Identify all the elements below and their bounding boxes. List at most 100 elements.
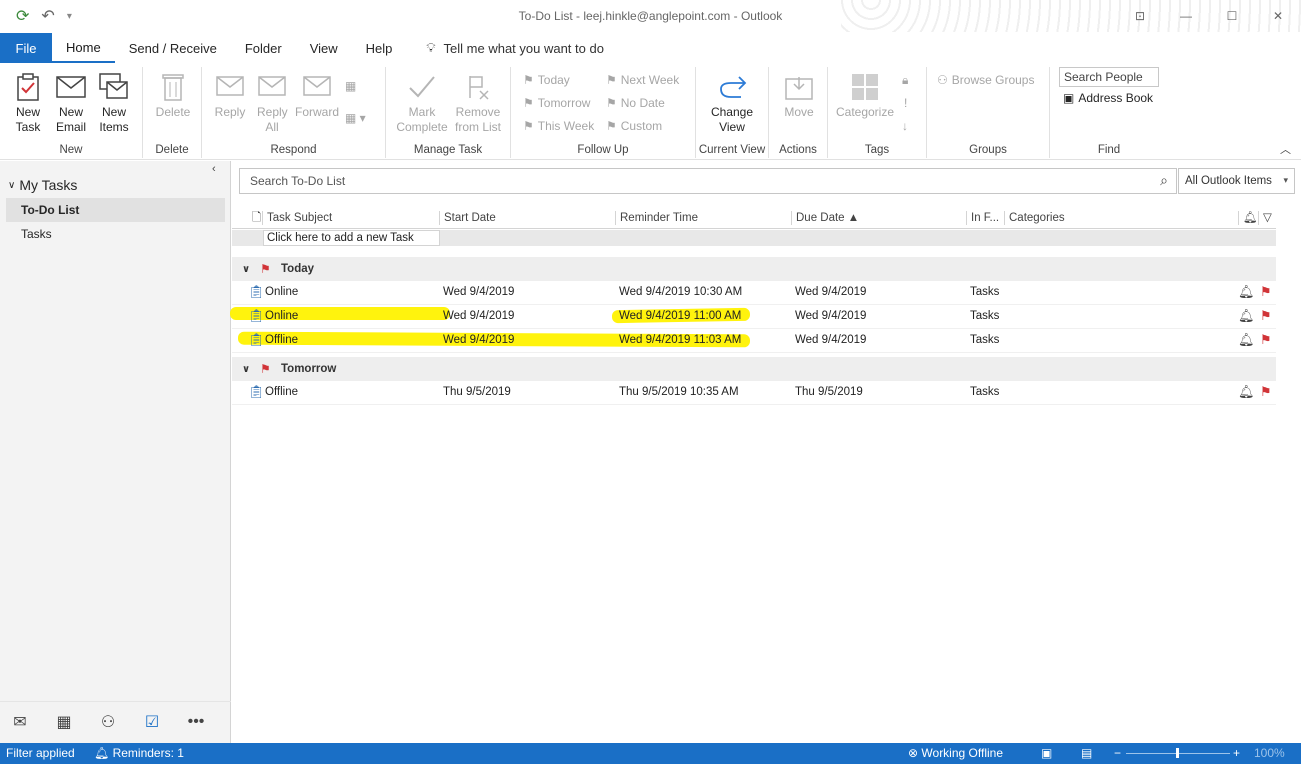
delete-button[interactable]: Delete — [151, 69, 195, 120]
people-icon[interactable]: ⚇ — [98, 712, 118, 732]
new-email-button[interactable]: New Email — [51, 69, 91, 135]
offline-status[interactable]: ⊗ Working Offline — [908, 746, 1003, 760]
categorize-button[interactable]: Categorize — [832, 69, 898, 120]
table-row[interactable]: 📋︎ Online Wed 9/4/2019 Wed 9/4/2019 11:0… — [232, 305, 1276, 329]
flag-icon[interactable]: ⚑ — [1260, 384, 1272, 400]
flag-icon[interactable]: ⚑ — [1260, 308, 1272, 324]
mail-icon[interactable]: ✉ — [10, 712, 30, 732]
people-icon: ⚇ — [937, 73, 948, 87]
column-header-start-date[interactable]: Start Date — [439, 211, 496, 225]
maximize-icon[interactable]: ☐ — [1209, 0, 1255, 32]
group-header-tomorrow[interactable]: ∨ ⚑ Tomorrow — [232, 357, 1276, 381]
normal-view-icon[interactable]: ▣ — [1041, 746, 1052, 760]
ribbon-group-label: Respond — [270, 144, 317, 156]
search-to-do-input[interactable]: Search To-Do List ⌕ — [239, 168, 1177, 194]
private-button[interactable]: 🔒︎ — [902, 73, 908, 88]
folder-pane: ‹ ∨ My Tasks To-Do List Tasks ✉ ▦ ⚇ ☑ ••… — [0, 161, 231, 743]
change-view-button[interactable]: Change View — [706, 69, 758, 135]
follow-up-custom[interactable]: ⚑ Custom — [606, 119, 662, 133]
sort-ascending-icon: ▲ — [847, 212, 860, 224]
reading-view-icon[interactable]: ▤ — [1081, 746, 1092, 760]
search-scope-dropdown[interactable]: All Outlook Items ▾ — [1178, 168, 1295, 194]
tell-me-box[interactable]: 💡︎ Tell me what you want to do — [412, 33, 618, 63]
column-header-flag[interactable]: ▽ — [1258, 211, 1272, 225]
icon-column-header[interactable]: 🗋︎ — [248, 211, 261, 225]
tab-folder[interactable]: Folder — [231, 33, 296, 63]
column-header-task-subject[interactable]: Task Subject — [262, 211, 332, 225]
follow-up-tomorrow[interactable]: ⚑ Tomorrow — [523, 96, 590, 110]
column-header-in-folder[interactable]: In F... — [966, 211, 999, 225]
minimize-icon[interactable]: — — [1163, 0, 1209, 32]
more-apps-icon[interactable]: ••• — [186, 713, 206, 731]
task-folder: Tasks — [970, 334, 1000, 346]
reply-all-button[interactable]: Reply All — [254, 69, 290, 135]
tab-view[interactable]: View — [296, 33, 352, 63]
table-row[interactable]: 📋︎ Offline Thu 9/5/2019 Thu 9/5/2019 10:… — [232, 381, 1276, 405]
nav-item-to-do-list[interactable]: To-Do List — [6, 198, 225, 222]
meeting-icon: ▦ — [345, 79, 357, 93]
my-tasks-header[interactable]: ∨ My Tasks — [8, 177, 77, 193]
ribbon-group-delete: Delete Delete — [143, 67, 202, 158]
bell-icon[interactable]: 🔔︎ — [1238, 384, 1255, 400]
flag-icon[interactable]: ⚑ — [1260, 284, 1272, 300]
search-people-input[interactable]: Search People — [1059, 67, 1159, 87]
tab-file[interactable]: File — [0, 33, 52, 63]
bell-icon[interactable]: 🔔︎ — [1238, 332, 1255, 348]
zoom-level[interactable]: 100% — [1254, 746, 1285, 760]
follow-up-no-date[interactable]: ⚑ No Date — [606, 96, 665, 110]
calendar-icon[interactable]: ▦ — [54, 712, 74, 732]
nav-item-tasks[interactable]: Tasks — [6, 222, 225, 246]
column-header-due-date[interactable]: Due Date ▲ — [791, 211, 859, 225]
search-placeholder: Search To-Do List — [250, 174, 346, 188]
tab-send-receive[interactable]: Send / Receive — [115, 33, 231, 63]
close-icon[interactable]: ✕ — [1255, 0, 1301, 32]
new-items-button[interactable]: New Items — [92, 69, 136, 135]
column-header-categories[interactable]: Categories — [1004, 211, 1065, 225]
more-respond-button[interactable]: ▦ ▾ — [345, 111, 366, 125]
lightbulb-icon: 💡︎ — [426, 40, 436, 55]
forward-button[interactable]: Forward — [294, 69, 340, 120]
flag-icon: ⚑ — [523, 73, 534, 87]
follow-up-this-week[interactable]: ⚑ This Week — [523, 119, 594, 133]
low-importance-button[interactable]: ↓ — [902, 119, 908, 133]
tab-help[interactable]: Help — [352, 33, 407, 63]
tasks-icon[interactable]: ☑ — [142, 712, 162, 732]
collapse-pane-icon[interactable]: ‹ — [212, 163, 216, 175]
reminders-status[interactable]: 🔔︎ Reminders: 1 — [94, 746, 184, 760]
zoom-slider-thumb[interactable] — [1176, 748, 1179, 758]
follow-up-today[interactable]: ⚑ Today — [523, 73, 570, 87]
new-task-input[interactable]: Click here to add a new Task — [263, 230, 440, 246]
table-row[interactable]: 📋︎ Online Wed 9/4/2019 Wed 9/4/2019 10:3… — [232, 281, 1276, 305]
address-book-button[interactable]: ▣ Address Book — [1063, 91, 1153, 105]
title-bar: ⟳ ↶ ▾ To-Do List - leej.hinkle@anglepoin… — [0, 0, 1301, 32]
ribbon-group-respond: Reply Reply All Forward ▦ ▦ ▾ Respond — [202, 67, 386, 158]
remove-from-list-button[interactable]: Remove from List — [450, 69, 506, 135]
reply-button[interactable]: Reply — [210, 69, 250, 120]
zoom-in-icon[interactable]: + — [1233, 746, 1240, 760]
mark-complete-button[interactable]: Mark Complete — [394, 69, 450, 135]
task-folder: Tasks — [970, 310, 1000, 322]
flag-icon[interactable]: ⚑ — [1260, 332, 1272, 348]
collapse-ribbon-icon[interactable]: ︿ — [1280, 141, 1291, 157]
follow-up-next-week[interactable]: ⚑ Next Week — [606, 73, 679, 87]
task-start-date: Wed 9/4/2019 — [443, 334, 515, 346]
search-icon[interactable]: ⌕ — [1160, 172, 1168, 189]
categorize-icon — [832, 69, 898, 105]
zoom-out-icon[interactable]: − — [1114, 746, 1121, 760]
bell-icon[interactable]: 🔔︎ — [1238, 308, 1255, 324]
ribbon-group-new: New Task New Email New Items New — [0, 67, 143, 158]
ribbon-tabs: File Home Send / Receive Folder View Hel… — [0, 33, 1301, 63]
meeting-reply-button[interactable]: ▦ — [345, 79, 356, 93]
new-task-button[interactable]: New Task — [8, 69, 48, 135]
group-header-today[interactable]: ∨ ⚑ Today — [232, 257, 1276, 281]
tab-home[interactable]: Home — [52, 33, 115, 63]
column-header-reminder-bell[interactable]: 🔔︎ — [1238, 211, 1258, 225]
browse-groups-button[interactable]: ⚇ Browse Groups — [937, 73, 1034, 87]
ribbon-display-options-icon[interactable]: ⊡ — [1117, 0, 1163, 32]
move-button[interactable]: Move — [777, 69, 821, 120]
table-row[interactable]: 📋︎ Offline Wed 9/4/2019 Wed 9/4/2019 11:… — [232, 329, 1276, 353]
bell-icon[interactable]: 🔔︎ — [1238, 284, 1255, 300]
high-importance-button[interactable]: ! — [904, 96, 907, 110]
column-header-reminder-time[interactable]: Reminder Time — [615, 211, 698, 225]
lock-icon: 🔒︎ — [902, 73, 909, 87]
